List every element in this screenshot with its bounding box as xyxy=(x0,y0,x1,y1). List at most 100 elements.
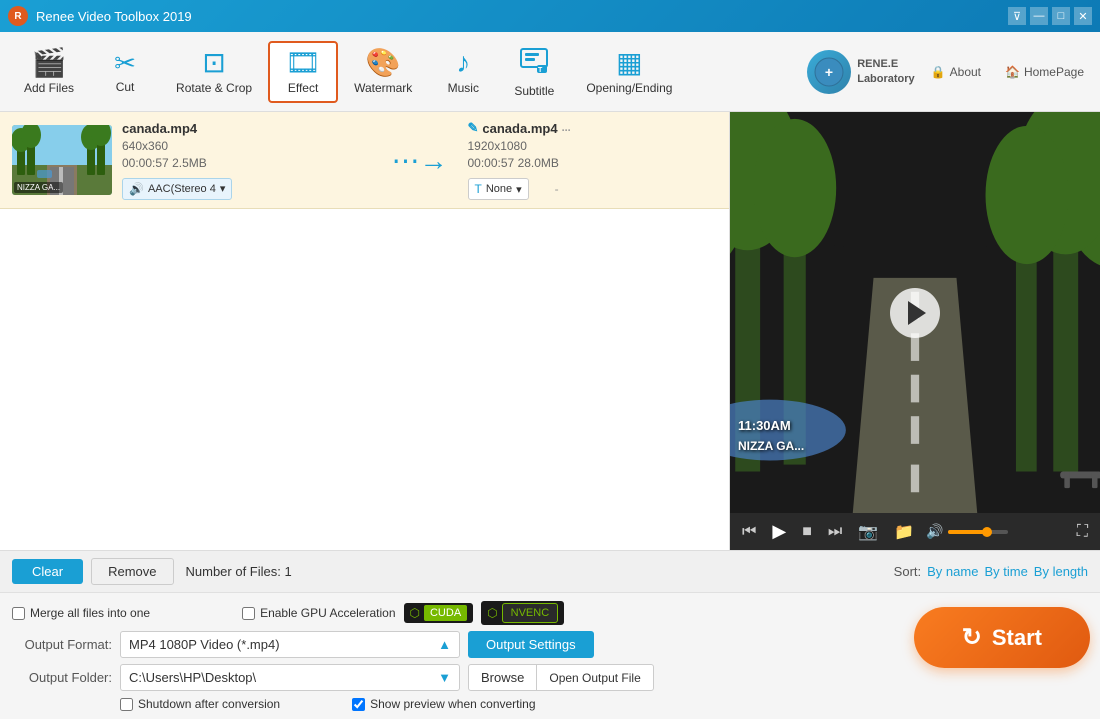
subtitle-icon: T xyxy=(519,45,549,80)
audio-icon: 🔊 xyxy=(129,182,144,196)
toolbar-add-files[interactable]: 🎬 Add Files xyxy=(8,41,90,103)
gpu-checkbox-item[interactable]: Enable GPU Acceleration xyxy=(242,606,395,620)
sort-by-name[interactable]: By name xyxy=(927,564,978,579)
maximize-button[interactable]: □ xyxy=(1052,7,1070,25)
subtitle-track-icon: T xyxy=(475,182,482,196)
effect-icon: 🎞 xyxy=(285,49,321,77)
audio-dropdown-arrow: ▾ xyxy=(220,182,226,195)
input-resolution: 640x360 xyxy=(122,139,372,153)
svg-text:+: + xyxy=(825,64,833,80)
start-refresh-icon: ↻ xyxy=(962,623,982,652)
effect-label: Effect xyxy=(288,81,318,95)
about-button[interactable]: 🔒 About xyxy=(923,61,989,83)
skip-back-button[interactable]: ⏮ xyxy=(738,521,760,543)
sort-by-length[interactable]: By length xyxy=(1034,564,1088,579)
arrow-icon: ⋯→ xyxy=(392,144,448,177)
play-pause-button[interactable]: ▶ xyxy=(768,519,790,544)
audio-track-select[interactable]: 🔊 AAC(Stereo 4 ▾ xyxy=(122,178,232,200)
sort-by-time[interactable]: By time xyxy=(984,564,1027,579)
toolbar: 🎬 Add Files ✂ Cut ⊡ Rotate & Crop 🎞 Effe… xyxy=(0,32,1100,112)
output-format-label: Output Format: xyxy=(12,637,112,652)
remove-button[interactable]: Remove xyxy=(91,558,173,585)
merge-checkbox[interactable] xyxy=(12,607,25,620)
clear-button[interactable]: Clear xyxy=(12,559,83,584)
folder-dropdown-arrow: ▼ xyxy=(438,670,451,685)
fullscreen-button[interactable]: ⛶ xyxy=(1073,521,1092,543)
start-section: ↻ Start xyxy=(914,607,1090,668)
brand-logo: + RENE.E Laboratory xyxy=(807,50,914,94)
show-preview-checkbox-item[interactable]: Show preview when converting xyxy=(352,697,535,711)
toolbar-opening-ending[interactable]: ▦ Opening/Ending xyxy=(570,41,688,103)
merge-checkbox-item[interactable]: Merge all files into one xyxy=(12,606,150,620)
volume-fill xyxy=(948,530,984,534)
file-controls: 🔊 AAC(Stereo 4 ▾ xyxy=(122,178,372,200)
volume-track[interactable] xyxy=(948,530,1008,534)
collapse-button[interactable]: ⊽ xyxy=(1008,7,1026,25)
opening-ending-icon: ▦ xyxy=(616,49,642,77)
toolbar-music[interactable]: ♪ Music xyxy=(428,41,498,103)
home-icon: 🏠 xyxy=(1005,65,1020,79)
bottom-bar: Clear Remove Number of Files: 1 Sort: By… xyxy=(0,550,1100,592)
video-controls: ⏮ ▶ ■ ⏭ 📷 📁 🔊 ⛶ xyxy=(730,513,1100,550)
toolbar-right: + RENE.E Laboratory 🔒 About 🏠 HomePage xyxy=(807,50,1092,94)
folder-buttons: Browse Open Output File xyxy=(468,664,654,691)
output-resolution: 1920x1080 xyxy=(468,139,718,153)
show-preview-checkbox[interactable] xyxy=(352,698,365,711)
about-icon: 🔒 xyxy=(931,65,946,79)
stop-button[interactable]: ■ xyxy=(798,521,816,543)
watermark-label: Watermark xyxy=(354,81,412,95)
screenshot-button[interactable]: 📷 xyxy=(854,520,882,544)
input-duration-size: 00:00:57 2.5MB xyxy=(122,156,372,170)
output-dash: - xyxy=(555,182,559,196)
app-title: Renee Video Toolbox 2019 xyxy=(36,9,1008,24)
add-files-icon: 🎬 xyxy=(32,49,67,77)
output-duration-size: 00:00:57 28.0MB xyxy=(468,156,718,170)
browse-button[interactable]: Browse xyxy=(468,664,537,691)
music-label: Music xyxy=(448,81,479,95)
input-filename: canada.mp4 xyxy=(122,121,372,136)
open-output-button[interactable]: Open Output File xyxy=(537,664,653,691)
toolbar-watermark[interactable]: 🎨 Watermark xyxy=(338,41,428,103)
toolbar-effect[interactable]: 🎞 Effect xyxy=(268,41,338,103)
nvidia-cuda-icon: ⬡ xyxy=(410,606,420,620)
play-button-overlay[interactable] xyxy=(890,288,940,338)
main-content: NIZZA GA... canada.mp4 640x360 00:00:57 … xyxy=(0,112,1100,550)
video-canvas[interactable]: 11:30AM NIZZA GA... xyxy=(730,112,1100,513)
watermark-icon: 🎨 xyxy=(366,49,401,77)
file-count-label: Number of Files: 1 xyxy=(186,564,292,579)
subtitle-dropdown-arrow: ▾ xyxy=(516,183,522,196)
subtitle-track-select[interactable]: T None ▾ xyxy=(468,178,529,200)
start-button[interactable]: ↻ Start xyxy=(914,607,1090,668)
thumbnail-label: NIZZA GA... xyxy=(14,182,63,193)
shutdown-checkbox-item[interactable]: Shutdown after conversion xyxy=(120,697,280,711)
toolbar-rotate-crop[interactable]: ⊡ Rotate & Crop xyxy=(160,41,268,103)
brand-text: RENE.E Laboratory xyxy=(857,57,914,86)
cuda-badge: CUDA xyxy=(424,605,467,621)
settings-row-4: Shutdown after conversion Show preview w… xyxy=(12,697,1088,711)
file-list-area: NIZZA GA... canada.mp4 640x360 00:00:57 … xyxy=(0,112,730,550)
volume-slider: 🔊 xyxy=(926,523,1007,540)
input-file-info: canada.mp4 640x360 00:00:57 2.5MB 🔊 AAC(… xyxy=(122,121,372,200)
sort-section: Sort: By name By time By length xyxy=(894,564,1088,579)
toolbar-subtitle[interactable]: T Subtitle xyxy=(498,37,570,106)
minimize-button[interactable]: — xyxy=(1030,7,1048,25)
output-format-select[interactable]: MP4 1080P Video (*.mp4) ▲ xyxy=(120,631,460,658)
close-button[interactable]: ✕ xyxy=(1074,7,1092,25)
skip-forward-button[interactable]: ⏭ xyxy=(824,521,846,543)
volume-thumb xyxy=(982,527,992,537)
toolbar-cut[interactable]: ✂ Cut xyxy=(90,42,160,102)
volume-icon: 🔊 xyxy=(926,523,943,540)
opening-ending-label: Opening/Ending xyxy=(586,81,672,95)
shutdown-checkbox[interactable] xyxy=(120,698,133,711)
file-thumbnail: NIZZA GA... xyxy=(12,125,112,195)
file-item: NIZZA GA... canada.mp4 640x360 00:00:57 … xyxy=(0,112,729,209)
nvidia-nvenc-icon: ⬡ xyxy=(487,606,497,620)
homepage-button[interactable]: 🏠 HomePage xyxy=(997,61,1092,83)
open-folder-button[interactable]: 📁 xyxy=(890,520,918,544)
output-controls: T None ▾ - xyxy=(468,178,718,200)
gpu-checkbox[interactable] xyxy=(242,607,255,620)
output-format-arrow: ▲ xyxy=(438,637,451,652)
rotate-crop-label: Rotate & Crop xyxy=(176,81,252,95)
output-folder-select[interactable]: C:\Users\HP\Desktop\ ▼ xyxy=(120,664,460,691)
output-settings-button[interactable]: Output Settings xyxy=(468,631,594,658)
